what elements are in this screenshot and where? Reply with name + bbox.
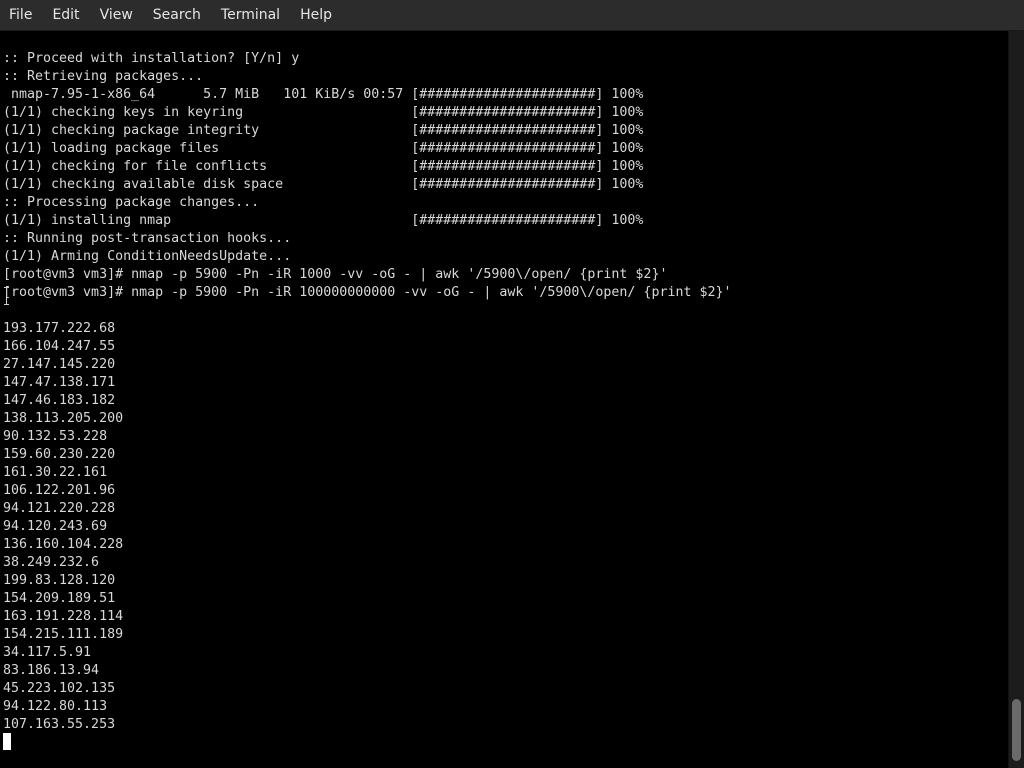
menu-view[interactable]: View — [90, 0, 143, 30]
terminal-line: 138.113.205.200 — [3, 411, 124, 426]
terminal-line: 161.30.22.161 — [3, 465, 108, 480]
terminal-line: :: Running post-transaction hooks... — [3, 231, 292, 246]
terminal-line: (1/1) checking package integrity [######… — [3, 123, 644, 138]
terminal-line: :: Proceed with installation? [Y/n] y — [3, 51, 300, 66]
menu-terminal[interactable]: Terminal — [211, 0, 290, 30]
terminal-line: 199.83.128.120 — [3, 573, 116, 588]
terminal-line: 94.120.243.69 — [3, 519, 108, 534]
terminal-line: 83.186.13.94 — [3, 663, 100, 678]
terminal-output-area[interactable]: :: Proceed with installation? [Y/n] y ::… — [0, 31, 1008, 768]
terminal-line: [root@vm3 vm3]# nmap -p 5900 -Pn -iR 100… — [3, 285, 732, 300]
scrollbar-thumb[interactable] — [1012, 699, 1021, 761]
terminal-line: 147.47.138.171 — [3, 375, 116, 390]
terminal-line: 159.60.230.220 — [3, 447, 116, 462]
menu-search[interactable]: Search — [143, 0, 211, 30]
terminal-line: 34.117.5.91 — [3, 645, 92, 660]
terminal-line: (1/1) checking keys in keyring [########… — [3, 105, 644, 120]
menu-file[interactable]: File — [0, 0, 42, 30]
terminal-line: 136.160.104.228 — [3, 537, 124, 552]
terminal-line: 163.191.228.114 — [3, 609, 124, 624]
terminal-line: 90.132.53.228 — [3, 429, 108, 444]
terminal-line: :: Processing package changes... — [3, 195, 260, 210]
terminal-line: :: Retrieving packages... — [3, 69, 204, 84]
menu-bar: File Edit View Search Terminal Help — [0, 0, 1024, 31]
terminal-line: 38.249.232.6 — [3, 555, 100, 570]
vertical-scrollbar[interactable] — [1008, 31, 1024, 768]
text-cursor-ibeam-icon — [4, 287, 9, 305]
terminal-line: (1/1) checking for file conflicts [#####… — [3, 159, 644, 174]
terminal-line: 27.147.145.220 — [3, 357, 116, 372]
menu-edit[interactable]: Edit — [42, 0, 89, 30]
terminal-text: :: Proceed with installation? [Y/n] y ::… — [3, 50, 732, 734]
terminal-line: 154.209.189.51 — [3, 591, 116, 606]
terminal-line: 147.46.183.182 — [3, 393, 116, 408]
terminal-line: 45.223.102.135 — [3, 681, 116, 696]
terminal-line: 166.104.247.55 — [3, 339, 116, 354]
terminal-line: (1/1) loading package files [###########… — [3, 141, 644, 156]
terminal-line: (1/1) installing nmap [#################… — [3, 213, 644, 228]
terminal-line: (1/1) checking available disk space [###… — [3, 177, 644, 192]
terminal-line: 154.215.111.189 — [3, 627, 124, 642]
terminal-line: [root@vm3 vm3]# nmap -p 5900 -Pn -iR 100… — [3, 267, 668, 282]
terminal-line: 107.163.55.253 — [3, 717, 116, 732]
terminal-cursor — [3, 733, 11, 750]
menu-help[interactable]: Help — [290, 0, 342, 30]
terminal-line: 193.177.222.68 — [3, 321, 116, 336]
terminal-line: nmap-7.95-1-x86_64 5.7 MiB 101 KiB/s 00:… — [3, 87, 644, 102]
terminal-line: 106.122.201.96 — [3, 483, 116, 498]
terminal-line: 94.121.220.228 — [3, 501, 116, 516]
terminal-line: (1/1) Arming ConditionNeedsUpdate... — [3, 249, 292, 264]
terminal-line: 94.122.80.113 — [3, 699, 108, 714]
